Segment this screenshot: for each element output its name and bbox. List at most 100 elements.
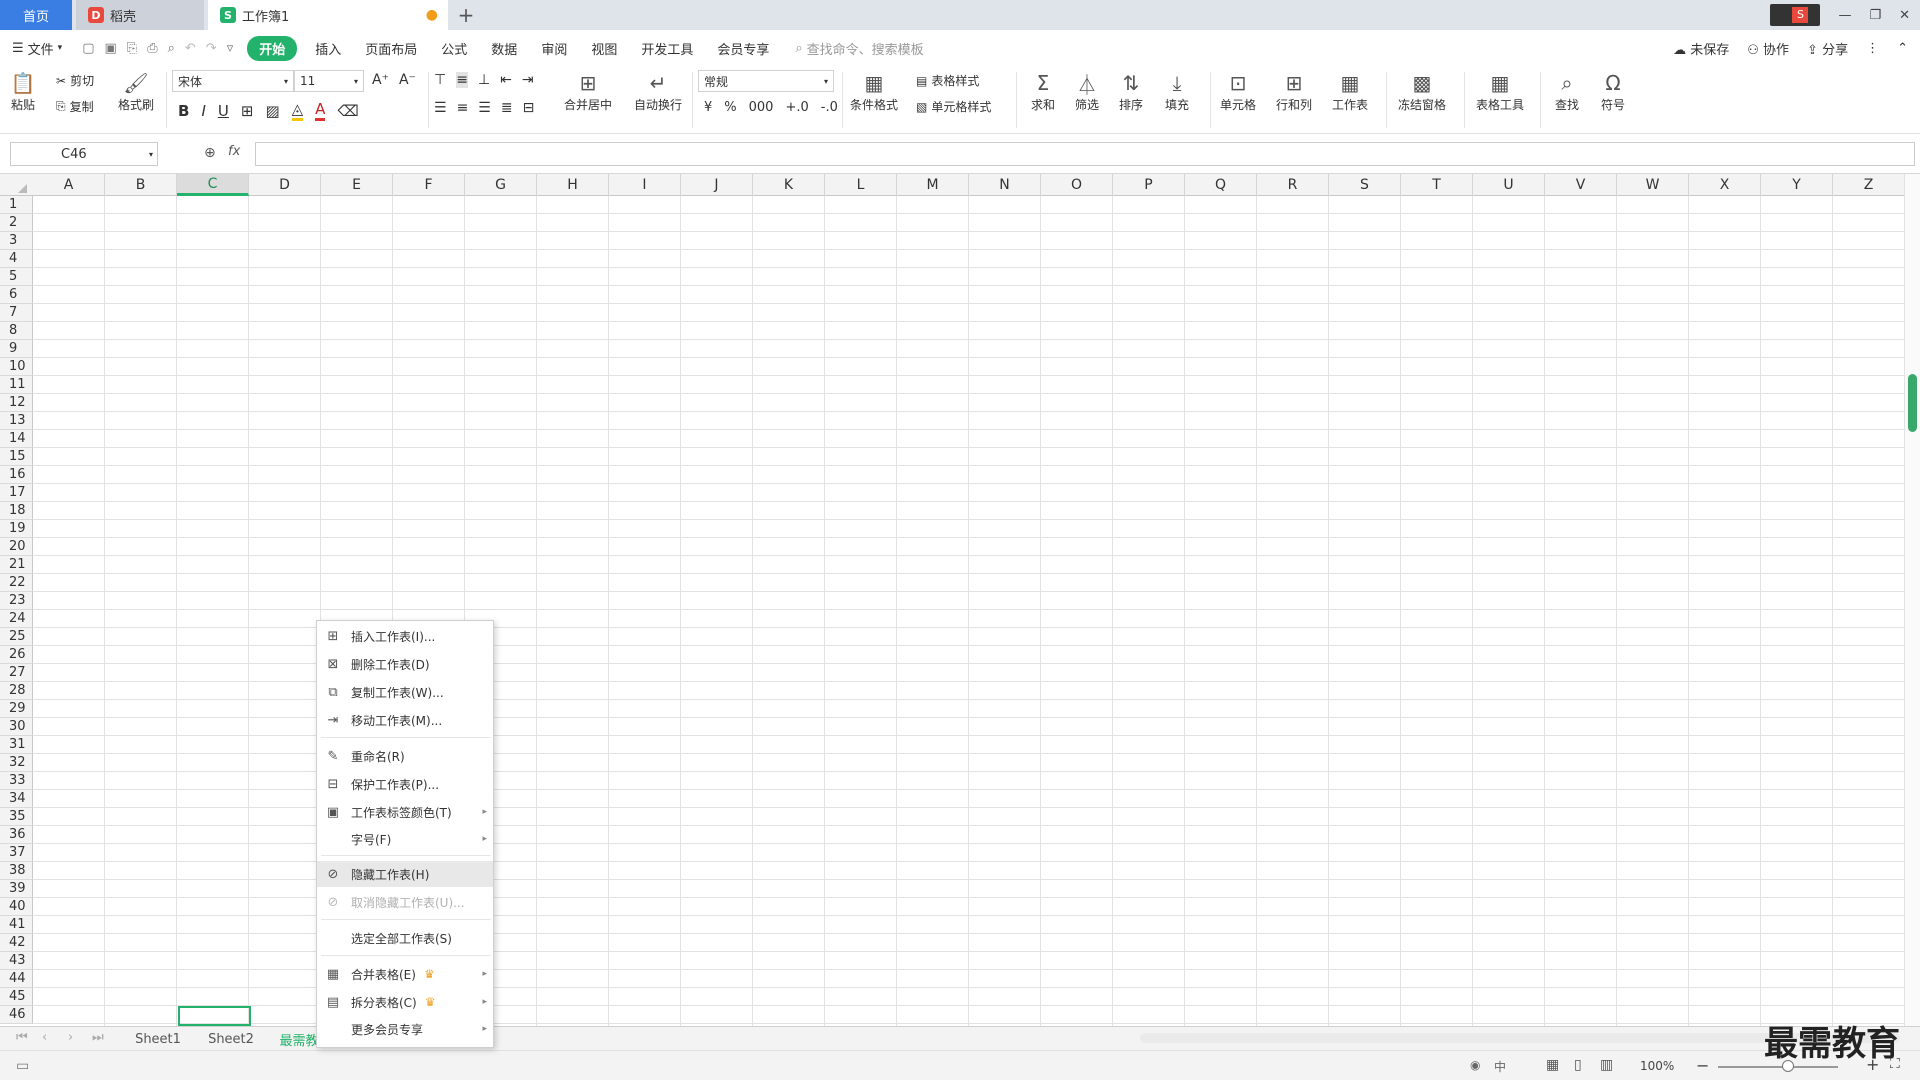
- more-icon[interactable]: ⋮: [1866, 41, 1879, 56]
- export-icon[interactable]: ⎘: [127, 41, 137, 56]
- select-all-sheets-item[interactable]: 选定全部工作表(S): [317, 925, 493, 951]
- format-painter-button[interactable]: 🖌 格式刷: [118, 70, 154, 113]
- minimize-icon[interactable]: —: [1838, 8, 1851, 23]
- thousands-icon[interactable]: 000: [749, 100, 774, 115]
- delete-sheet-item[interactable]: ⊠ 删除工作表(D): [317, 651, 493, 677]
- row-header-31[interactable]: 31: [0, 736, 33, 754]
- auto-wrap-button[interactable]: ↵ 自动换行: [634, 70, 682, 113]
- row-header-5[interactable]: 5: [0, 268, 33, 286]
- menu-view[interactable]: 视图: [579, 39, 629, 58]
- number-format-select[interactable]: 常规 ▾: [698, 70, 834, 92]
- worksheet-button[interactable]: ▦ 工作表: [1332, 70, 1368, 113]
- copy-sheet-item[interactable]: ⧉ 复制工作表(W)...: [317, 679, 493, 705]
- normal-view-icon[interactable]: ▦: [1546, 1057, 1559, 1073]
- cell-style-button[interactable]: ▧ 单元格样式: [916, 98, 991, 115]
- zoom-slider[interactable]: [1718, 1066, 1838, 1068]
- row-header-45[interactable]: 45: [0, 988, 33, 1006]
- row-header-9[interactable]: 9: [0, 340, 33, 358]
- protect-sheet-item[interactable]: ⊟ 保护工作表(P)...: [317, 771, 493, 797]
- zoom-out-icon[interactable]: −: [1696, 1056, 1709, 1075]
- align-top-icon[interactable]: ⊤: [434, 72, 446, 88]
- command-search[interactable]: ⌕ 查找命令、搜索模板: [795, 39, 923, 58]
- merge-tables-item[interactable]: ▦ 合并表格(E) ♛ ▸: [317, 961, 493, 987]
- row-header-6[interactable]: 6: [0, 286, 33, 304]
- column-header-l[interactable]: L: [825, 174, 897, 196]
- cell-fill-pattern-icon[interactable]: ▨: [265, 102, 279, 120]
- column-header-s[interactable]: S: [1329, 174, 1401, 196]
- row-header-8[interactable]: 8: [0, 322, 33, 340]
- menu-start[interactable]: 开始: [247, 35, 298, 61]
- font-name-select[interactable]: 宋体 ▾: [172, 70, 294, 92]
- column-header-h[interactable]: H: [537, 174, 609, 196]
- row-col-button[interactable]: ⊞ 行和列: [1276, 70, 1312, 113]
- menu-vip[interactable]: 会员专享: [705, 39, 781, 58]
- row-header-46[interactable]: 46: [0, 1006, 33, 1024]
- row-header-34[interactable]: 34: [0, 790, 33, 808]
- font-size-item[interactable]: 字号(F) ▸: [317, 826, 493, 852]
- row-header-38[interactable]: 38: [0, 862, 33, 880]
- cell-area[interactable]: [33, 196, 1904, 1026]
- select-all-corner[interactable]: [18, 184, 27, 193]
- increase-indent-icon[interactable]: ⇥: [522, 72, 534, 88]
- column-header-c[interactable]: C: [177, 174, 249, 196]
- last-sheet-icon[interactable]: ⏭: [92, 1030, 104, 1045]
- collapse-ribbon-icon[interactable]: ⌃: [1897, 41, 1908, 56]
- row-header-26[interactable]: 26: [0, 646, 33, 664]
- row-header-15[interactable]: 15: [0, 448, 33, 466]
- unsaved-button[interactable]: ☁ 未保存: [1673, 39, 1729, 58]
- column-header-z[interactable]: Z: [1833, 174, 1904, 196]
- row-header-7[interactable]: 7: [0, 304, 33, 322]
- align-left-icon[interactable]: ☰: [434, 100, 447, 116]
- column-header-o[interactable]: O: [1041, 174, 1113, 196]
- copy-button[interactable]: ⎘ 复制: [56, 98, 94, 115]
- column-header-q[interactable]: Q: [1185, 174, 1257, 196]
- print-icon[interactable]: ⎙: [147, 41, 157, 56]
- name-box[interactable]: C46 ▾: [10, 142, 158, 166]
- row-header-42[interactable]: 42: [0, 934, 33, 952]
- cell-button[interactable]: ⊡ 单元格: [1220, 70, 1256, 113]
- row-header-25[interactable]: 25: [0, 628, 33, 646]
- hide-sheet-item[interactable]: ⊘ 隐藏工作表(H): [317, 861, 493, 887]
- find-button[interactable]: ⌕ 查找: [1554, 70, 1580, 113]
- column-header-d[interactable]: D: [249, 174, 321, 196]
- tab-docer[interactable]: D 稻壳: [76, 0, 204, 30]
- unhide-sheet-item[interactable]: ⊘ 取消隐藏工作表(U)...: [317, 889, 493, 915]
- zoom-formula-icon[interactable]: ⊕: [204, 145, 216, 161]
- row-header-12[interactable]: 12: [0, 394, 33, 412]
- distribute-icon[interactable]: ⊟: [523, 100, 535, 116]
- column-header-p[interactable]: P: [1113, 174, 1185, 196]
- tab-color-item[interactable]: ▣ 工作表标签颜色(T) ▸: [317, 799, 493, 825]
- prev-sheet-icon[interactable]: ‹: [42, 1030, 47, 1045]
- restore-icon[interactable]: ❐: [1869, 8, 1881, 23]
- next-sheet-icon[interactable]: ›: [68, 1030, 73, 1045]
- column-header-t[interactable]: T: [1401, 174, 1473, 196]
- first-sheet-icon[interactable]: ⏮: [16, 1030, 28, 1045]
- paste-button[interactable]: 📋 粘贴: [10, 70, 36, 113]
- row-header-23[interactable]: 23: [0, 592, 33, 610]
- row-header-10[interactable]: 10: [0, 358, 33, 376]
- row-header-24[interactable]: 24: [0, 610, 33, 628]
- more-vip-item[interactable]: 更多会员专享 ▸: [317, 1016, 493, 1042]
- user-avatar[interactable]: S: [1770, 4, 1821, 26]
- menu-review[interactable]: 审阅: [529, 39, 579, 58]
- sort-button[interactable]: ⇅ 排序: [1118, 70, 1144, 113]
- decrease-indent-icon[interactable]: ⇤: [500, 72, 512, 88]
- row-header-20[interactable]: 20: [0, 538, 33, 556]
- column-header-g[interactable]: G: [465, 174, 537, 196]
- row-header-13[interactable]: 13: [0, 412, 33, 430]
- column-header-x[interactable]: X: [1689, 174, 1761, 196]
- sum-button[interactable]: Σ 求和: [1030, 70, 1056, 113]
- row-header-18[interactable]: 18: [0, 502, 33, 520]
- active-cell-c46[interactable]: [178, 1006, 251, 1026]
- clear-format-icon[interactable]: ⌫: [337, 102, 358, 120]
- customize-icon[interactable]: ▿: [227, 41, 234, 56]
- zoom-level[interactable]: 100%: [1640, 1059, 1674, 1073]
- column-header-u[interactable]: U: [1473, 174, 1545, 196]
- row-header-17[interactable]: 17: [0, 484, 33, 502]
- border-icon[interactable]: ⊞: [241, 102, 254, 120]
- row-header-37[interactable]: 37: [0, 844, 33, 862]
- eye-protection-icon[interactable]: ◉: [1470, 1058, 1480, 1072]
- filter-button[interactable]: ⏃ 筛选: [1074, 70, 1100, 113]
- vertical-scroll-thumb[interactable]: [1908, 374, 1917, 432]
- new-tab-button[interactable]: +: [448, 0, 484, 30]
